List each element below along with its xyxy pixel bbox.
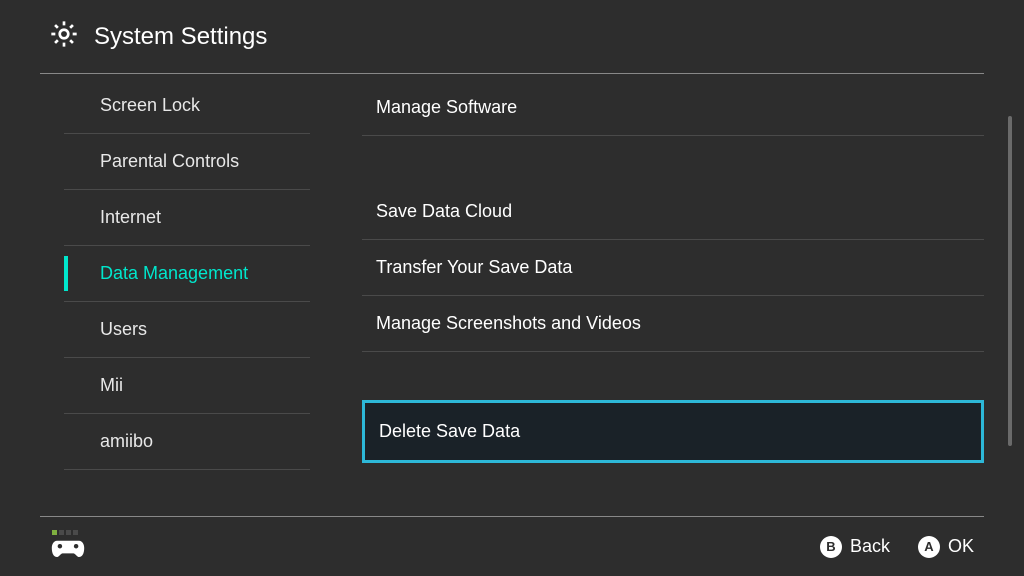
sidebar-item-label: Users: [100, 319, 147, 339]
main-panel: Manage Software Save Data Cloud Transfer…: [320, 74, 984, 506]
controller-icon: [50, 537, 86, 564]
main-item-transfer-save-data[interactable]: Transfer Your Save Data: [362, 240, 984, 296]
controller-indicator: [50, 530, 86, 564]
main-item-save-data-cloud[interactable]: Save Data Cloud: [362, 184, 984, 240]
player-dot: [59, 530, 64, 535]
page-title: System Settings: [94, 23, 267, 51]
back-label: Back: [850, 536, 890, 557]
main-item-label: Manage Software: [376, 97, 517, 117]
main-group: Manage Software: [362, 80, 984, 136]
sidebar-item-data-management[interactable]: Data Management: [64, 246, 310, 302]
sidebar-item-users[interactable]: Users: [64, 302, 310, 358]
sidebar-item-mii[interactable]: Mii: [64, 358, 310, 414]
main-item-label: Delete Save Data: [379, 421, 520, 441]
sidebar-item-screen-lock[interactable]: Screen Lock: [64, 78, 310, 134]
sidebar-item-label: amiibo: [100, 431, 153, 451]
sidebar-item-label: Parental Controls: [100, 151, 239, 171]
footer: B Back A OK: [40, 516, 984, 576]
player-dots: [52, 530, 78, 535]
main-item-label: Transfer Your Save Data: [376, 257, 572, 277]
scrollbar-thumb[interactable]: [1008, 116, 1012, 446]
scrollbar[interactable]: [1008, 76, 1012, 456]
b-button-icon: B: [820, 536, 842, 558]
player-dot: [66, 530, 71, 535]
player-dot: [52, 530, 57, 535]
sidebar-item-parental-controls[interactable]: Parental Controls: [64, 134, 310, 190]
sidebar-item-label: Internet: [100, 207, 161, 227]
sidebar-item-label: Screen Lock: [100, 95, 200, 115]
player-dot: [73, 530, 78, 535]
main-item-label: Manage Screenshots and Videos: [376, 313, 641, 333]
header: System Settings: [0, 0, 1024, 73]
main-item-delete-save-data[interactable]: Delete Save Data: [362, 400, 984, 463]
ok-button[interactable]: A OK: [918, 536, 974, 558]
gear-icon: [48, 18, 80, 55]
sidebar: Screen Lock Parental Controls Internet D…: [40, 74, 320, 506]
content-area: Screen Lock Parental Controls Internet D…: [0, 74, 1024, 506]
main-item-manage-software[interactable]: Manage Software: [362, 80, 984, 136]
main-group: Delete Save Data: [362, 400, 984, 463]
sidebar-item-label: Mii: [100, 375, 123, 395]
sidebar-item-label: Data Management: [100, 263, 248, 283]
footer-buttons: B Back A OK: [820, 536, 974, 558]
back-button[interactable]: B Back: [820, 536, 890, 558]
sidebar-item-amiibo[interactable]: amiibo: [64, 414, 310, 470]
main-group: Save Data Cloud Transfer Your Save Data …: [362, 184, 984, 352]
sidebar-item-internet[interactable]: Internet: [64, 190, 310, 246]
ok-label: OK: [948, 536, 974, 557]
a-button-icon: A: [918, 536, 940, 558]
main-item-label: Save Data Cloud: [376, 201, 512, 221]
main-item-manage-screenshots[interactable]: Manage Screenshots and Videos: [362, 296, 984, 352]
